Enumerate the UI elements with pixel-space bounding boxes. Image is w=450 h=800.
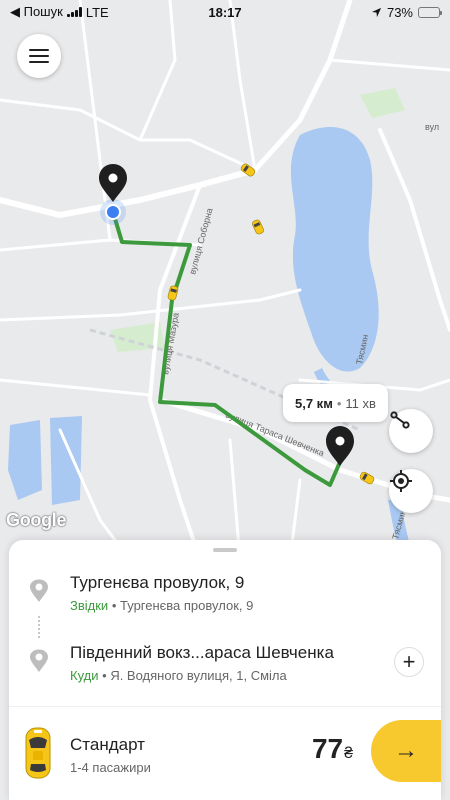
street-label: вул — [425, 122, 439, 132]
map[interactable]: вулиця Соборна вулиця Мазура вулиця Тара… — [0, 0, 450, 560]
battery-icon — [418, 6, 442, 18]
location-arrow-icon — [371, 7, 382, 17]
arrow-right-icon: → — [394, 737, 418, 764]
signal-icon — [66, 7, 82, 17]
tariff-row[interactable]: Стандарт 1-4 пасажири 77₴ → — [9, 715, 441, 800]
address-connector — [38, 616, 40, 638]
pickup-label: Звідки — [70, 598, 109, 613]
pickup-pin-icon — [30, 579, 48, 602]
route-info-separator: • — [336, 395, 342, 411]
price-value: 77 — [311, 733, 344, 764]
route-overview-button[interactable] — [389, 409, 433, 453]
taxi-car-icon — [25, 727, 51, 779]
route-info-bubble: 5,7 км • 11 хв — [283, 384, 388, 422]
pickup-address-title: Тургенєва провулок, 9 — [70, 573, 245, 592]
back-to-app-link[interactable]: ◀ Пошук — [10, 4, 63, 20]
route-distance: 5,7 км — [295, 395, 333, 411]
destination-address-detail: Я. Водяного вулиця, 1, Сміла — [110, 668, 287, 683]
plus-icon: + — [402, 649, 416, 674]
order-button[interactable]: → — [371, 720, 441, 782]
add-stop-button[interactable]: + — [394, 647, 424, 677]
google-attribution: Google — [6, 510, 67, 530]
network-type: LTE — [85, 4, 109, 20]
destination-pin-icon — [30, 649, 48, 672]
route-icon — [390, 411, 410, 429]
pickup-address-subtitle: Звідки • Тургенєва провулок, 9 — [70, 598, 253, 613]
current-location-dot — [105, 204, 121, 220]
order-sheet: Тургенєва провулок, 9 Звідки • Тургенєва… — [9, 540, 441, 800]
currency-symbol: ₴ — [344, 745, 353, 762]
my-location-button[interactable] — [389, 469, 433, 513]
destination-address-row[interactable]: Південний вокз...араса Шевченка Куди • Я… — [9, 640, 441, 690]
destination-label: Куди — [70, 668, 99, 683]
pickup-separator: • — [111, 598, 117, 613]
pond — [50, 416, 82, 505]
map-canvas[interactable]: вулиця Соборна вулиця Мазура вулиця Тара… — [0, 0, 450, 560]
pickup-address-detail: Тургенєва провулок, 9 — [120, 598, 254, 613]
sheet-grabber[interactable] — [213, 548, 237, 552]
battery-percent: 73% — [386, 4, 413, 20]
tariff-name: Стандарт — [70, 735, 145, 754]
divider — [9, 706, 441, 707]
pickup-address-row[interactable]: Тургенєва провулок, 9 Звідки • Тургенєва… — [9, 570, 441, 620]
route-duration: 11 хв — [345, 395, 376, 411]
tariff-seats: 1-4 пасажири — [70, 760, 151, 775]
menu-button[interactable] — [17, 34, 61, 78]
location-target-icon — [390, 470, 412, 492]
status-bar: ◀ Пошук LTE 18:17 73% — [0, 0, 450, 24]
destination-address-subtitle: Куди • Я. Водяного вулиця, 1, Сміла — [70, 668, 287, 683]
destination-address-title: Південний вокз...араса Шевченка — [70, 643, 334, 662]
destination-separator: • — [102, 668, 107, 683]
price: 77₴ — [312, 733, 353, 765]
menu-icon — [29, 49, 49, 63]
